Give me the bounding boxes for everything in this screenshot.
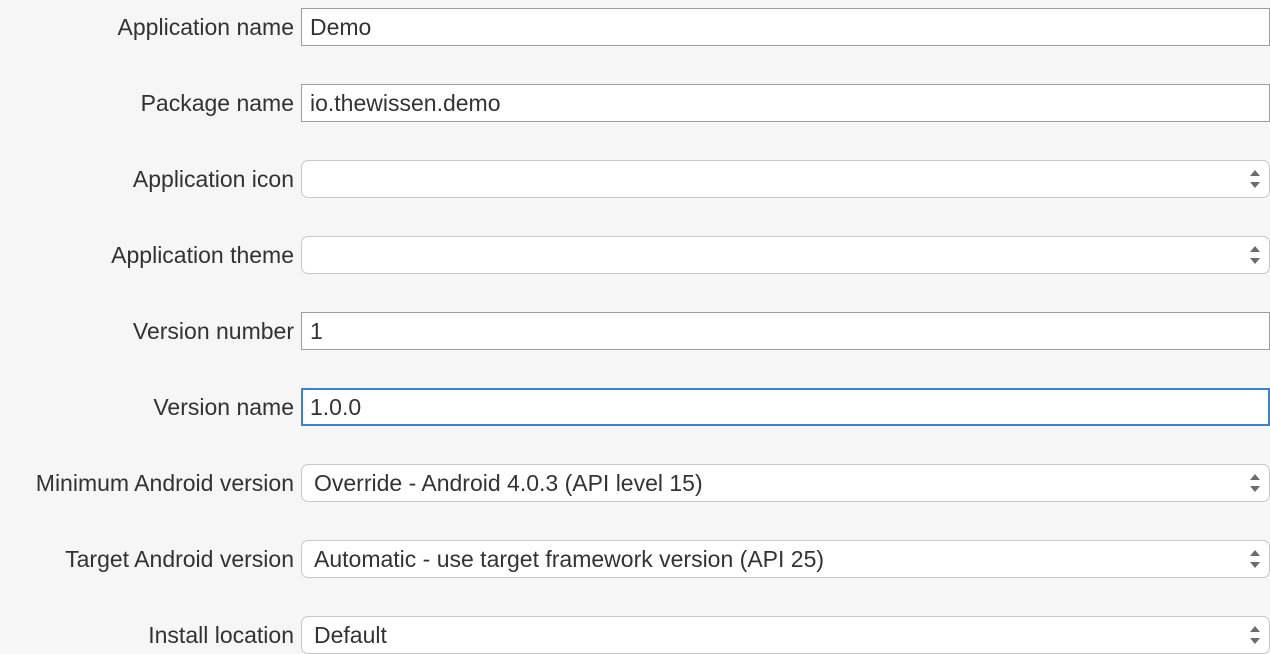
- select-target-android-version[interactable]: Automatic - use target framework version…: [301, 540, 1270, 578]
- select-install-location-value: Default: [301, 616, 1270, 654]
- control-application-icon: [301, 160, 1270, 198]
- label-application-name: Application name: [0, 14, 301, 41]
- row-version-number: Version number 1: [0, 312, 1270, 350]
- row-target-android-version: Target Android version Automatic - use t…: [0, 540, 1270, 578]
- label-target-android-version: Target Android version: [0, 546, 301, 573]
- control-version-number: 1: [301, 312, 1270, 350]
- control-version-name: 1.0.0: [301, 388, 1270, 426]
- control-application-theme: [301, 236, 1270, 274]
- input-version-number[interactable]: 1: [301, 312, 1270, 350]
- label-minimum-android-version: Minimum Android version: [0, 470, 301, 497]
- label-application-icon: Application icon: [0, 166, 301, 193]
- label-version-name: Version name: [0, 394, 301, 421]
- select-install-location[interactable]: Default: [301, 616, 1270, 654]
- label-version-number: Version number: [0, 318, 301, 345]
- input-application-name[interactable]: Demo: [301, 8, 1270, 46]
- control-package-name: io.thewissen.demo: [301, 84, 1270, 122]
- label-install-location: Install location: [0, 622, 301, 649]
- control-install-location: Default: [301, 616, 1270, 654]
- select-minimum-android-version-value: Override - Android 4.0.3 (API level 15): [301, 464, 1270, 502]
- android-manifest-form: Application name Demo Package name io.th…: [0, 0, 1270, 654]
- select-minimum-android-version[interactable]: Override - Android 4.0.3 (API level 15): [301, 464, 1270, 502]
- input-version-name[interactable]: 1.0.0: [301, 388, 1270, 426]
- row-minimum-android-version: Minimum Android version Override - Andro…: [0, 464, 1270, 502]
- label-application-theme: Application theme: [0, 242, 301, 269]
- select-application-theme-value: [301, 236, 1270, 274]
- control-application-name: Demo: [301, 8, 1270, 46]
- label-package-name: Package name: [0, 90, 301, 117]
- control-minimum-android-version: Override - Android 4.0.3 (API level 15): [301, 464, 1270, 502]
- row-package-name: Package name io.thewissen.demo: [0, 84, 1270, 122]
- input-package-name[interactable]: io.thewissen.demo: [301, 84, 1270, 122]
- row-application-icon: Application icon: [0, 160, 1270, 198]
- select-application-icon[interactable]: [301, 160, 1270, 198]
- row-application-name: Application name Demo: [0, 8, 1270, 46]
- select-target-android-version-value: Automatic - use target framework version…: [301, 540, 1270, 578]
- select-application-theme[interactable]: [301, 236, 1270, 274]
- row-version-name: Version name 1.0.0: [0, 388, 1270, 426]
- control-target-android-version: Automatic - use target framework version…: [301, 540, 1270, 578]
- row-install-location: Install location Default: [0, 616, 1270, 654]
- row-application-theme: Application theme: [0, 236, 1270, 274]
- select-application-icon-value: [301, 160, 1270, 198]
